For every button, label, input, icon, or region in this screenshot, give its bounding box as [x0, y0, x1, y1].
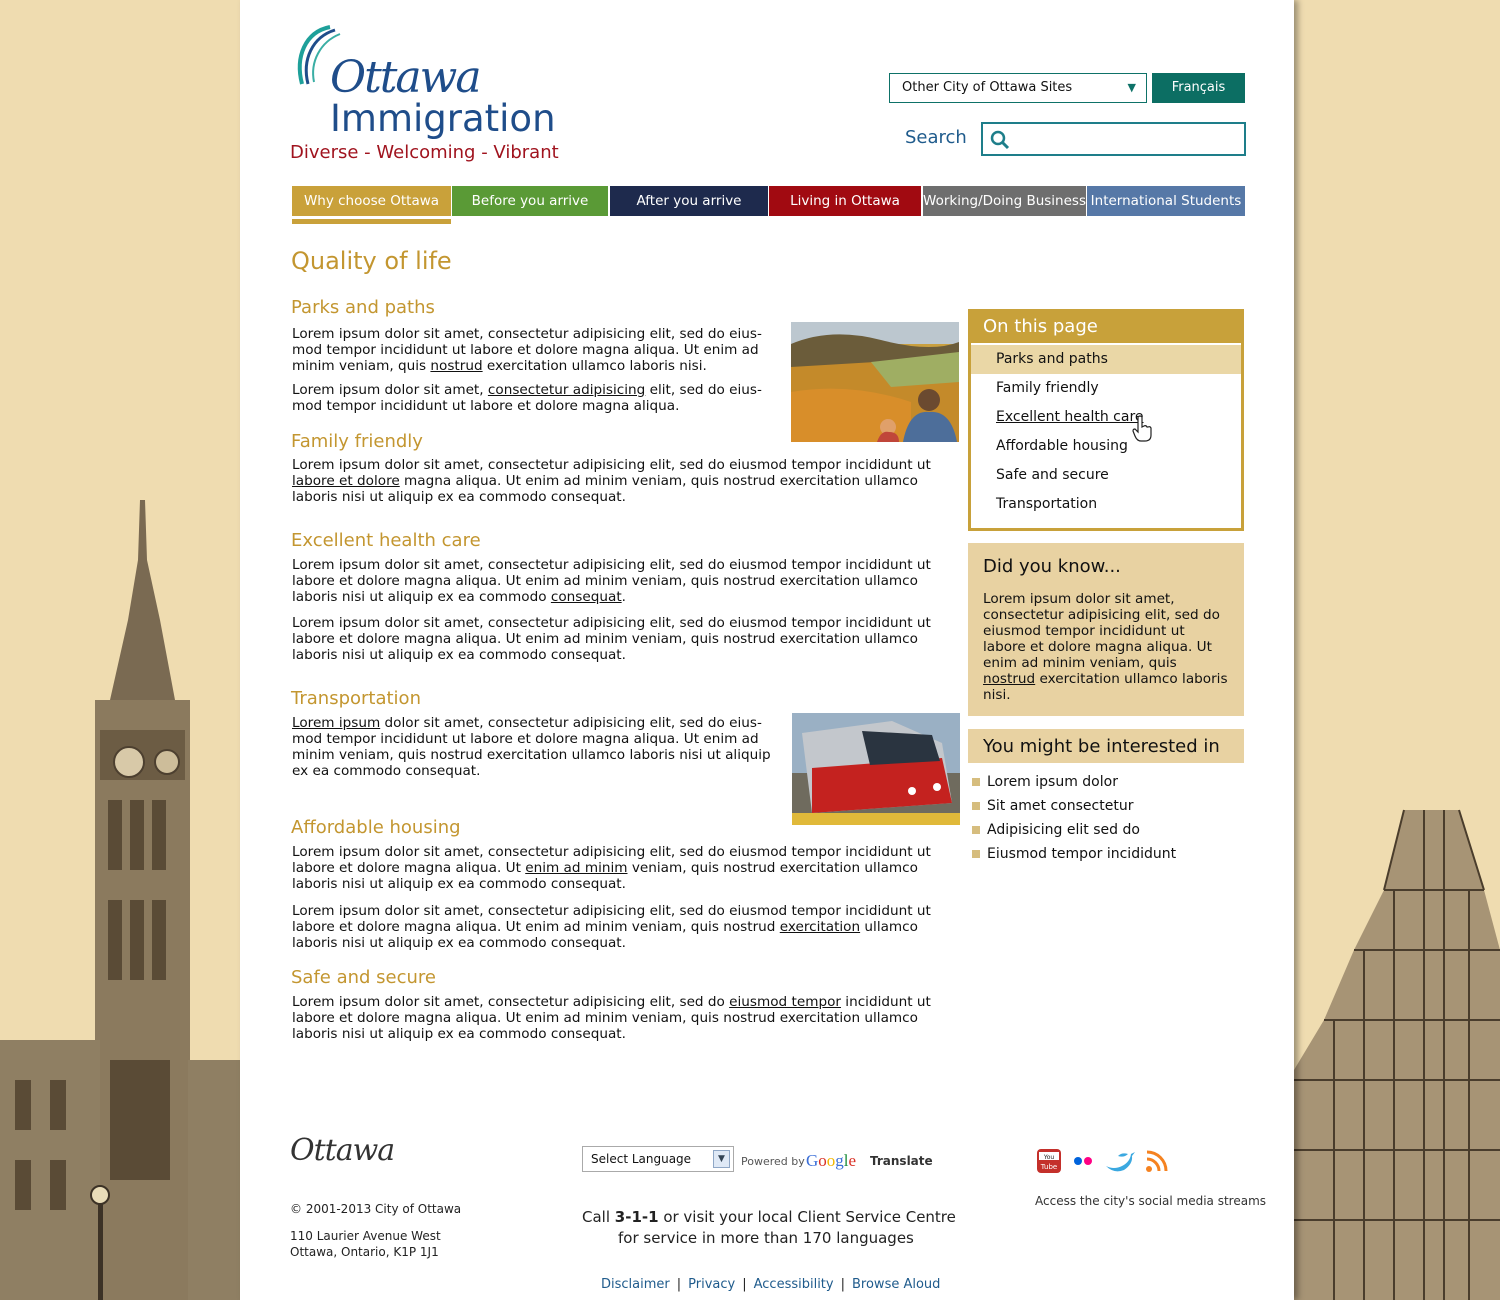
did-you-know-box: Did you know... Lorem ipsum dolor sit am… — [968, 543, 1244, 716]
footer-links: Disclaimer | Privacy | Accessibility | Browse … — [601, 1277, 941, 1292]
flickr-icon[interactable] — [1070, 1148, 1096, 1174]
logo-immigration-text: Immigration — [330, 97, 556, 140]
interested-title: You might be interested in — [968, 729, 1244, 763]
consequat-link[interactable]: consequat — [551, 589, 622, 605]
onpage-link-excellent-health-care[interactable]: Excellent health care — [971, 403, 1241, 432]
heading-parks-and-paths: Parks and paths — [291, 297, 435, 318]
heading-affordable-housing: Affordable housing — [291, 817, 461, 838]
parks-paragraph-1: Lorem ipsum dolor sit amet, consectetur … — [292, 326, 762, 374]
browse-aloud-link[interactable]: Browse Aloud — [852, 1277, 940, 1292]
ottawa-immigration-logo[interactable]: Ottawa Immigration Diverse - Welcoming -… — [290, 22, 560, 172]
autumn-landscape-photo — [791, 322, 959, 442]
social-media-caption: Access the city's social media streams — [1035, 1194, 1267, 1208]
on-this-page-list: Parks and paths Family friendly Excellen… — [971, 345, 1241, 519]
family-paragraph: Lorem ipsum dolor sit amet, consectetur … — [292, 457, 931, 505]
train-photo — [792, 713, 960, 825]
footer-address-line-2: Ottawa, Ontario, K1P 1J1 — [290, 1245, 439, 1259]
youtube-icon[interactable]: You Tube — [1036, 1148, 1062, 1174]
translate-text: Translate — [870, 1154, 933, 1168]
housing-paragraph-1: Lorem ipsum dolor sit amet, consectetur … — [292, 844, 931, 892]
other-sites-dropdown[interactable]: Other City of Ottawa Sites ▼ — [889, 73, 1147, 103]
did-you-know-nostrud-link[interactable]: nostrud — [983, 671, 1035, 687]
call-311-line-1: Call 3-1-1 or visit your local Client Se… — [582, 1208, 956, 1226]
search-label: Search — [905, 127, 967, 148]
footer-copyright: © 2001-2013 City of Ottawa — [290, 1202, 462, 1216]
search-field[interactable] — [981, 122, 1246, 156]
disclaimer-link[interactable]: Disclaimer — [601, 1277, 670, 1292]
national-gallery-illustration — [1294, 800, 1500, 1300]
heading-transportation: Transportation — [291, 688, 421, 709]
heading-excellent-health-care: Excellent health care — [291, 530, 481, 551]
did-you-know-title: Did you know... — [983, 556, 1121, 577]
logo-ottawa-text: Ottawa — [330, 52, 482, 103]
parks-paragraph-2: Lorem ipsum dolor sit amet, consectetur … — [292, 382, 762, 414]
svg-text:Tube: Tube — [1040, 1163, 1057, 1171]
select-language-label: Select Language — [591, 1152, 692, 1166]
consectetur-link[interactable]: consectetur adipisicing — [488, 382, 645, 398]
search-input[interactable] — [1017, 126, 1239, 152]
onpage-link-transportation[interactable]: Transportation — [971, 490, 1241, 519]
labore-et-dolore-link[interactable]: labore et dolore — [292, 473, 400, 489]
other-sites-label: Other City of Ottawa Sites — [902, 80, 1073, 95]
nostrud-link[interactable]: nostrud — [430, 358, 482, 374]
interested-item[interactable]: Sit amet consectetur — [971, 798, 1176, 822]
interested-item[interactable]: Adipisicing elit sed do — [971, 822, 1176, 846]
search-icon[interactable] — [989, 129, 1011, 151]
hand-cursor-icon — [1132, 415, 1152, 442]
accessibility-link[interactable]: Accessibility — [754, 1277, 834, 1292]
interested-item[interactable]: Lorem ipsum dolor — [971, 774, 1176, 798]
twitter-icon[interactable] — [1104, 1148, 1136, 1174]
privacy-link[interactable]: Privacy — [688, 1277, 735, 1292]
tab-working-doing-business[interactable]: Working/Doing Business — [923, 186, 1086, 216]
footer-ottawa-logo[interactable]: Ottawa — [290, 1133, 395, 1168]
rss-icon[interactable] — [1144, 1148, 1170, 1174]
onpage-link-safe-and-secure[interactable]: Safe and secure — [971, 461, 1241, 490]
transport-paragraph: Lorem ipsum dolor sit amet, consectetur … — [292, 715, 771, 779]
onpage-link-affordable-housing[interactable]: Affordable housing — [971, 432, 1241, 461]
heading-family-friendly: Family friendly — [291, 431, 423, 452]
francais-button[interactable]: Français — [1152, 73, 1245, 103]
on-this-page-title: On this page — [968, 309, 1244, 343]
active-tab-indicator — [292, 219, 451, 224]
tab-international-students[interactable]: International Students — [1087, 186, 1245, 216]
eiusmod-tempor-link[interactable]: eiusmod tempor — [729, 994, 841, 1010]
tab-why-choose-ottawa[interactable]: Why choose Ottawa — [292, 186, 451, 216]
onpage-link-family-friendly[interactable]: Family friendly — [971, 374, 1241, 403]
select-language-dropdown[interactable]: Select Language ▼ — [582, 1146, 734, 1172]
lorem-ipsum-link[interactable]: Lorem ipsum — [292, 715, 380, 731]
tab-living-in-ottawa[interactable]: Living in Ottawa — [769, 186, 921, 216]
safe-paragraph: Lorem ipsum dolor sit amet, consectetur … — [292, 994, 931, 1042]
svg-text:You: You — [1043, 1154, 1055, 1161]
page-title: Quality of life — [291, 247, 452, 275]
enim-ad-minim-link[interactable]: enim ad minim — [525, 860, 627, 876]
heading-safe-and-secure: Safe and secure — [291, 967, 437, 988]
tab-before-you-arrive[interactable]: Before you arrive — [452, 186, 608, 216]
health-paragraph-2: Lorem ipsum dolor sit amet, consectetur … — [292, 615, 931, 663]
page-container: Ottawa Immigration Diverse - Welcoming -… — [240, 0, 1294, 1300]
tab-after-you-arrive[interactable]: After you arrive — [610, 186, 768, 216]
call-311-line-2: for service in more than 170 languages — [618, 1229, 914, 1247]
parliament-tower-illustration — [0, 500, 240, 1300]
onpage-link-parks-and-paths[interactable]: Parks and paths — [971, 345, 1241, 374]
dropdown-arrow-icon: ▼ — [1127, 81, 1136, 94]
footer-address-line-1: 110 Laurier Avenue West — [290, 1229, 441, 1243]
exercitation-link[interactable]: exercitation — [780, 919, 860, 935]
tagline: Diverse - Welcoming - Vibrant — [290, 142, 559, 163]
chevron-down-icon: ▼ — [713, 1150, 730, 1168]
interested-list: Lorem ipsum dolor Sit amet consectetur A… — [971, 774, 1176, 870]
powered-by-text: Powered by — [741, 1155, 805, 1168]
google-logo: Google — [806, 1151, 857, 1170]
housing-paragraph-2: Lorem ipsum dolor sit amet, consectetur … — [292, 903, 931, 951]
interested-item[interactable]: Eiusmod tempor incididunt — [971, 846, 1176, 870]
health-paragraph-1: Lorem ipsum dolor sit amet, consectetur … — [292, 557, 931, 605]
did-you-know-text: Lorem ipsum dolor sit amet, consectetur … — [983, 591, 1228, 703]
